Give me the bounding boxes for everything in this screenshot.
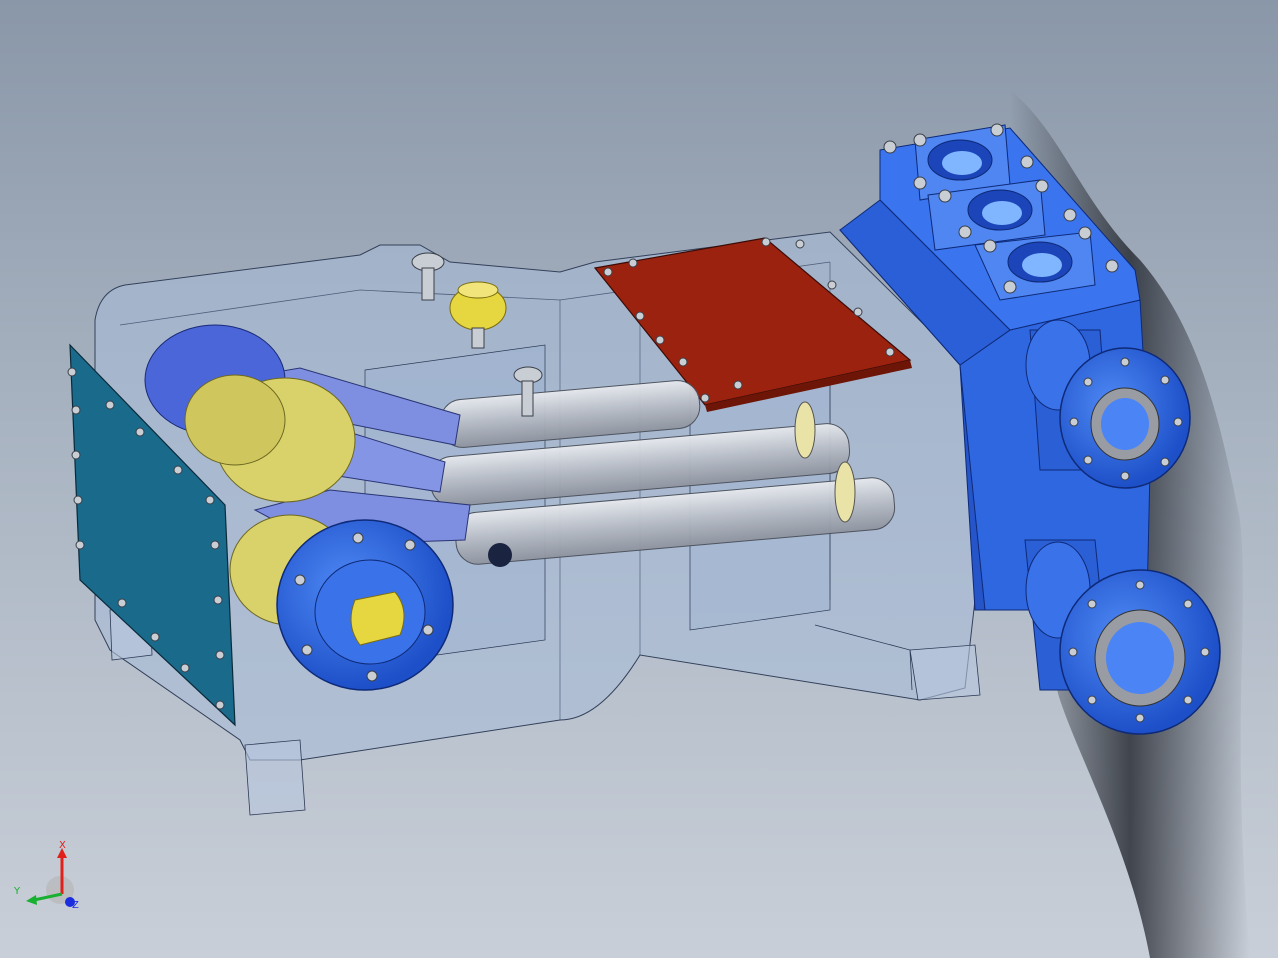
x-axis-label: X bbox=[59, 840, 66, 851]
y-axis-label: Y bbox=[14, 886, 21, 897]
triad-graphic bbox=[26, 848, 75, 907]
drive-shaft-flange[interactable] bbox=[276, 519, 454, 691]
z-axis-label: Z bbox=[72, 900, 79, 911]
coordinate-triad: X Y Z bbox=[12, 838, 92, 918]
pump-assembly-model[interactable] bbox=[0, 0, 1278, 958]
graphics-viewport[interactable]: X Y Z bbox=[0, 0, 1278, 958]
